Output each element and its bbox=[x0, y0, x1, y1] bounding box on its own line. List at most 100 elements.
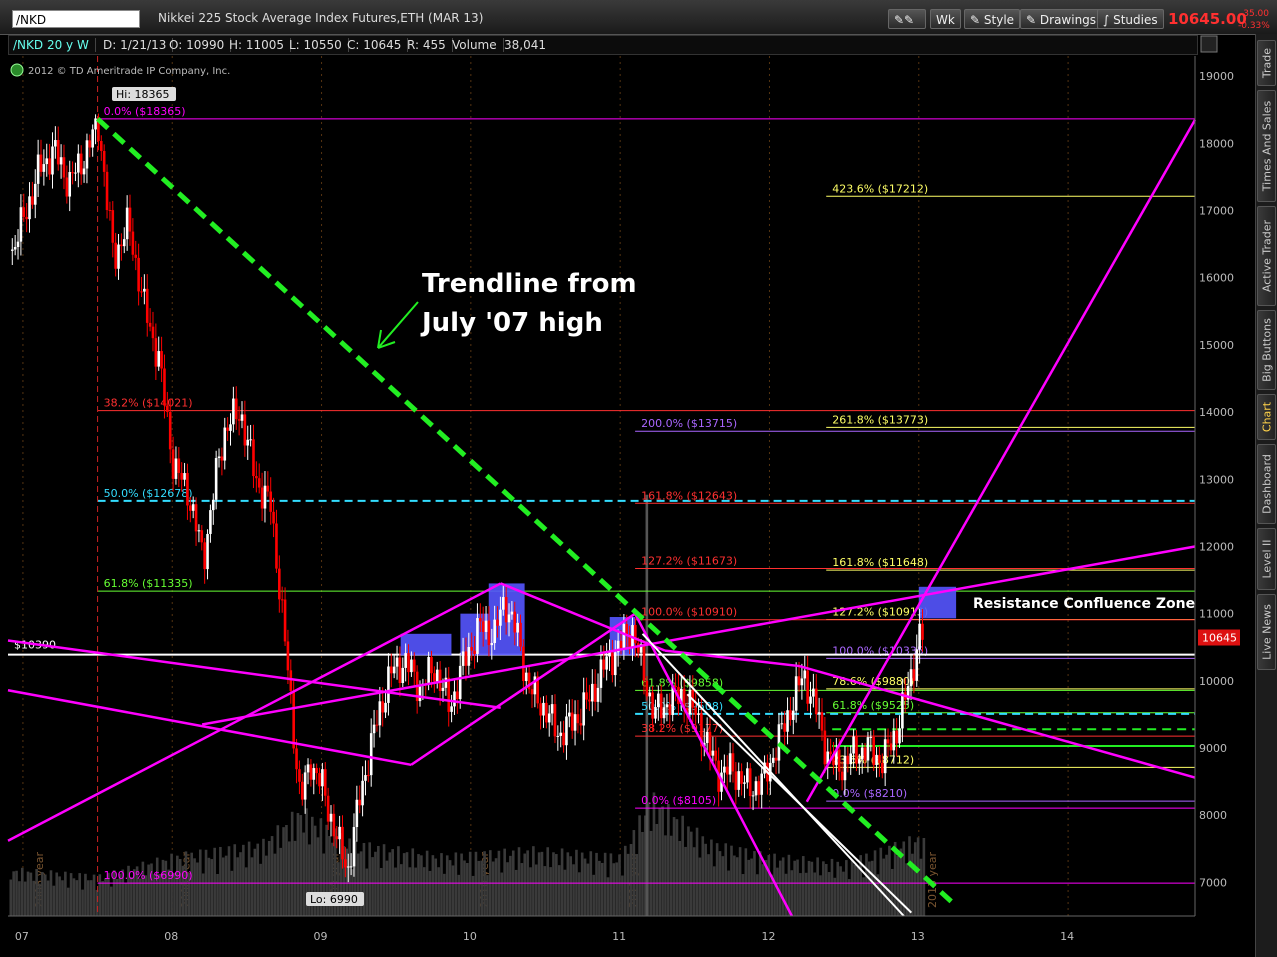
candle-body bbox=[272, 511, 275, 524]
info-icon[interactable] bbox=[10, 63, 24, 77]
candle-body bbox=[556, 735, 560, 737]
candle-body bbox=[122, 239, 126, 247]
volume-bar bbox=[402, 853, 406, 916]
chart-settings-icon[interactable] bbox=[1200, 35, 1218, 53]
price-chart[interactable]: 2006 year2008 year2009 year2010 year2011… bbox=[0, 0, 1255, 957]
x-tick-label: 11 bbox=[612, 930, 626, 943]
candle-body bbox=[177, 458, 181, 473]
x-tick-label: 14 bbox=[1060, 930, 1074, 943]
candle-body bbox=[321, 769, 324, 787]
candle-body bbox=[467, 647, 471, 666]
volume-bar bbox=[603, 852, 607, 916]
volume-bar bbox=[552, 852, 555, 916]
candle-body bbox=[134, 254, 138, 258]
candle-body bbox=[19, 207, 23, 242]
volume-bar bbox=[813, 872, 817, 916]
candle-body bbox=[65, 177, 69, 197]
candle-body bbox=[117, 244, 120, 269]
volume-bar bbox=[55, 872, 59, 916]
side-tab[interactable]: Chart bbox=[1257, 394, 1276, 440]
fib-label: 200.0% ($13715) bbox=[641, 417, 737, 430]
side-tab[interactable]: Level II bbox=[1257, 528, 1276, 590]
side-tab[interactable]: Big Buttons bbox=[1257, 310, 1276, 390]
volume-bar bbox=[632, 830, 636, 916]
candle-body bbox=[912, 669, 916, 681]
volume-bar bbox=[896, 855, 900, 916]
candle-body bbox=[453, 691, 456, 707]
volume-bar bbox=[296, 813, 300, 916]
volume-bar bbox=[503, 848, 506, 916]
candle-body bbox=[275, 523, 278, 569]
candle-body bbox=[289, 670, 293, 691]
candle-body bbox=[56, 140, 60, 165]
volume-bar bbox=[586, 863, 590, 916]
candle-body bbox=[886, 739, 890, 744]
candle-body bbox=[456, 691, 459, 700]
volume-bar bbox=[207, 857, 211, 916]
volume-bar bbox=[681, 815, 684, 916]
y-tick-label: 8000 bbox=[1199, 809, 1227, 822]
candle-body bbox=[45, 158, 49, 165]
candle-body bbox=[875, 754, 878, 766]
candle-body bbox=[694, 707, 697, 715]
candle-body bbox=[771, 757, 775, 763]
candle-body bbox=[774, 757, 778, 761]
y-tick-label: 13000 bbox=[1199, 473, 1234, 486]
side-tab[interactable]: Active Trader bbox=[1257, 206, 1276, 306]
volume-bar bbox=[250, 857, 254, 916]
candle-body bbox=[590, 683, 594, 702]
side-tab[interactable]: Live News bbox=[1257, 594, 1276, 670]
volume-bar bbox=[61, 880, 64, 916]
side-tab[interactable]: Dashboard bbox=[1257, 444, 1276, 524]
volume-bar bbox=[689, 831, 693, 916]
volume-bar bbox=[483, 851, 486, 916]
volume-bar bbox=[216, 873, 219, 916]
candle-body bbox=[85, 140, 89, 169]
current-price-label: 10645 bbox=[1202, 632, 1237, 645]
candle-body bbox=[25, 216, 28, 220]
volume-bar bbox=[583, 858, 587, 916]
candle-body bbox=[13, 246, 17, 250]
candle-body bbox=[59, 157, 63, 165]
volume-bar bbox=[190, 852, 193, 916]
volume-bar bbox=[385, 860, 389, 916]
volume-bar bbox=[43, 874, 47, 916]
fib-label: 161.8% ($12643) bbox=[641, 489, 737, 502]
candle-body bbox=[711, 750, 715, 756]
candle-body bbox=[562, 732, 565, 746]
candle-body bbox=[625, 623, 629, 635]
candle-body bbox=[921, 623, 924, 640]
volume-bar bbox=[557, 865, 561, 916]
candle-body bbox=[392, 666, 396, 674]
candle-body bbox=[36, 154, 40, 184]
candle-body bbox=[292, 690, 295, 749]
candle-body bbox=[145, 288, 149, 323]
candle-body bbox=[42, 164, 46, 172]
volume-bar bbox=[236, 857, 239, 916]
candle-body bbox=[255, 476, 258, 479]
volume-bar bbox=[124, 882, 127, 916]
volume-bar bbox=[830, 858, 834, 916]
volume-bar bbox=[612, 863, 616, 916]
candle-body bbox=[602, 659, 606, 670]
volume-bar bbox=[549, 867, 552, 916]
candle-body bbox=[404, 653, 407, 668]
candle-body bbox=[665, 704, 669, 708]
candle-body bbox=[211, 499, 215, 511]
candle-body bbox=[878, 754, 881, 763]
volume-bar bbox=[540, 851, 544, 916]
side-tab[interactable]: Times And Sales bbox=[1257, 90, 1276, 202]
candle-body bbox=[611, 652, 614, 676]
volume-bar bbox=[356, 853, 360, 916]
candle-body bbox=[748, 768, 752, 796]
side-tab-label: Times And Sales bbox=[1260, 100, 1273, 192]
side-tab[interactable]: Trade bbox=[1257, 40, 1276, 86]
candle-body bbox=[461, 651, 465, 666]
volume-bar bbox=[388, 852, 392, 916]
side-tab-label: Active Trader bbox=[1260, 219, 1273, 293]
candle-body bbox=[114, 242, 117, 269]
candle-body bbox=[338, 826, 341, 840]
candle-body bbox=[168, 411, 172, 450]
volume-bar bbox=[827, 872, 831, 916]
volume-bar bbox=[822, 861, 825, 916]
